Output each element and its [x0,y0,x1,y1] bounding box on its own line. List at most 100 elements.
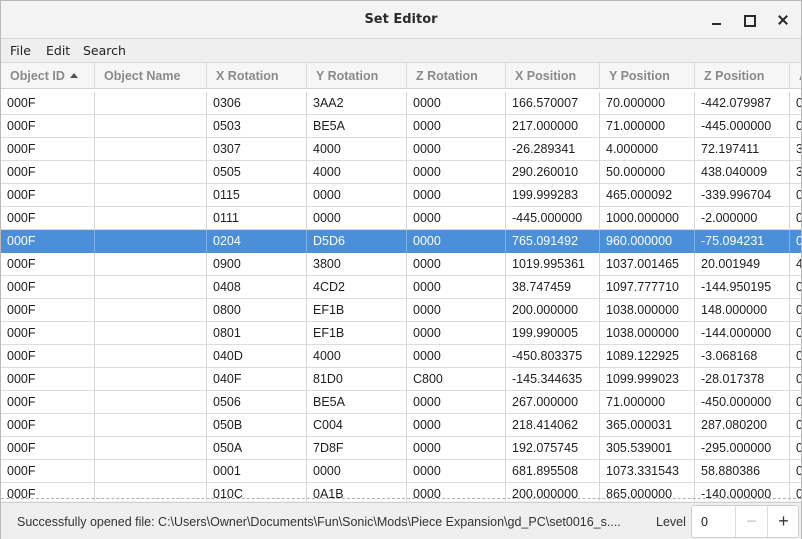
cell-object-id[interactable]: 000F [1,368,95,391]
cell-z-rotation[interactable]: 0000 [407,207,506,230]
column-header-object-name[interactable]: Object Name [95,63,207,89]
cell-y-rotation[interactable]: 3AA2 [307,92,407,115]
cell-y-rotation[interactable]: 7D8F [307,437,407,460]
cell-z-position[interactable]: -75.094231 [695,230,790,253]
cell-extra[interactable]: 0 [790,414,801,437]
cell-object-id[interactable]: 000F [1,460,95,483]
menu-file[interactable]: File [10,43,31,58]
table-row[interactable]: 000F 0503 BE5A 0000 217.000000 71.000000 -445.… [1,115,801,138]
cell-x-rotation[interactable]: 040F [207,368,307,391]
close-icon[interactable] [773,10,793,30]
cell-x-position[interactable]: 267.000000 [506,391,600,414]
table-row[interactable]: 000F 0306 3AA2 0000 166.570007 70.000000 -442.… [1,92,801,115]
cell-x-rotation[interactable]: 0115 [207,184,307,207]
cell-object-name[interactable] [95,161,207,184]
cell-object-name[interactable] [95,92,207,115]
cell-object-name[interactable] [95,207,207,230]
cell-y-rotation[interactable]: 4000 [307,138,407,161]
cell-object-id[interactable]: 000F [1,207,95,230]
cell-object-id[interactable]: 000F [1,161,95,184]
cell-z-position[interactable]: -295.000000 [695,437,790,460]
cell-extra[interactable]: 0 [790,184,801,207]
cell-z-rotation[interactable]: 0000 [407,184,506,207]
cell-y-rotation[interactable]: 4000 [307,161,407,184]
cell-z-position[interactable]: 287.080200 [695,414,790,437]
cell-z-rotation[interactable]: 0000 [407,230,506,253]
cell-extra[interactable]: 3 [790,161,801,184]
title-bar[interactable]: Set Editor [1,1,801,39]
cell-y-position[interactable]: 1073.331543 [600,460,695,483]
cell-extra[interactable]: 0 [790,115,801,138]
cell-y-rotation[interactable]: BE5A [307,115,407,138]
table-row[interactable]: 000F 0505 4000 0000 290.260010 50.000000 438.0… [1,161,801,184]
table-row[interactable]: 000F 0001 0000 0000 681.895508 1073.331543 58.… [1,460,801,483]
cell-z-position[interactable]: -339.996704 [695,184,790,207]
cell-object-id[interactable]: 000F [1,138,95,161]
cell-object-name[interactable] [95,299,207,322]
cell-y-position[interactable]: 1099.999023 [600,368,695,391]
menu-search[interactable]: Search [83,43,126,58]
cell-extra[interactable]: 0 [790,437,801,460]
cell-object-id[interactable]: 000F [1,414,95,437]
cell-object-id[interactable]: 000F [1,437,95,460]
cell-y-position[interactable]: 1038.000000 [600,322,695,345]
cell-x-position[interactable]: 38.747459 [506,276,600,299]
cell-z-rotation[interactable]: 0000 [407,253,506,276]
cell-extra[interactable]: 3 [790,138,801,161]
cell-object-name[interactable] [95,115,207,138]
column-header-y-position[interactable]: Y Position [600,63,695,89]
cell-extra[interactable]: 0 [790,368,801,391]
cell-x-rotation[interactable]: 0306 [207,92,307,115]
cell-object-name[interactable] [95,276,207,299]
cell-y-rotation[interactable]: C004 [307,414,407,437]
cell-object-name[interactable] [95,437,207,460]
cell-x-position[interactable]: 199.990005 [506,322,600,345]
cell-object-id[interactable]: 000F [1,345,95,368]
cell-z-position[interactable]: 72.197411 [695,138,790,161]
cell-object-id[interactable]: 000F [1,253,95,276]
cell-object-name[interactable] [95,368,207,391]
cell-object-name[interactable] [95,253,207,276]
cell-y-rotation[interactable]: 81D0 [307,368,407,391]
cell-object-id[interactable]: 000F [1,322,95,345]
cell-y-position[interactable]: 1037.001465 [600,253,695,276]
cell-x-position[interactable]: 218.414062 [506,414,600,437]
cell-extra[interactable]: 0 [790,345,801,368]
cell-z-rotation[interactable]: 0000 [407,92,506,115]
cell-x-rotation[interactable]: 0408 [207,276,307,299]
cell-extra[interactable]: 0 [790,460,801,483]
cell-x-position[interactable]: 199.999283 [506,184,600,207]
column-header-x-rotation[interactable]: X Rotation [207,63,307,89]
cell-y-position[interactable]: 1097.777710 [600,276,695,299]
cell-z-position[interactable]: -3.068168 [695,345,790,368]
cell-z-position[interactable]: -450.000000 [695,391,790,414]
cell-x-position[interactable]: 200.000000 [506,299,600,322]
cell-y-position[interactable]: 71.000000 [600,391,695,414]
cell-x-position[interactable]: -445.000000 [506,207,600,230]
cell-extra[interactable]: 0 [790,391,801,414]
cell-x-position[interactable]: 290.260010 [506,161,600,184]
column-header-x-position[interactable]: X Position [506,63,600,89]
cell-extra[interactable]: 0 [790,207,801,230]
cell-y-rotation[interactable]: 0000 [307,460,407,483]
cell-y-rotation[interactable]: 3800 [307,253,407,276]
cell-z-position[interactable]: -144.000000 [695,322,790,345]
table-row[interactable]: 000F 0801 EF1B 0000 199.990005 1038.000000 -14… [1,322,801,345]
cell-y-position[interactable]: 1038.000000 [600,299,695,322]
cell-y-rotation[interactable]: 0000 [307,207,407,230]
column-header-y-rotation[interactable]: Y Rotation [307,63,407,89]
cell-object-id[interactable]: 000F [1,276,95,299]
cell-z-rotation[interactable]: C800 [407,368,506,391]
cell-z-rotation[interactable]: 0000 [407,138,506,161]
cell-x-position[interactable]: 217.000000 [506,115,600,138]
cell-object-id[interactable]: 000F [1,391,95,414]
cell-z-position[interactable]: -144.950195 [695,276,790,299]
cell-z-rotation[interactable]: 0000 [407,391,506,414]
cell-y-position[interactable]: 70.000000 [600,92,695,115]
cell-x-rotation[interactable]: 0503 [207,115,307,138]
cell-y-position[interactable]: 305.539001 [600,437,695,460]
cell-z-position[interactable]: -442.079987 [695,92,790,115]
cell-object-name[interactable] [95,414,207,437]
table-row[interactable]: 000F 0408 4CD2 0000 38.747459 1097.777710 -144… [1,276,801,299]
cell-z-rotation[interactable]: 0000 [407,437,506,460]
